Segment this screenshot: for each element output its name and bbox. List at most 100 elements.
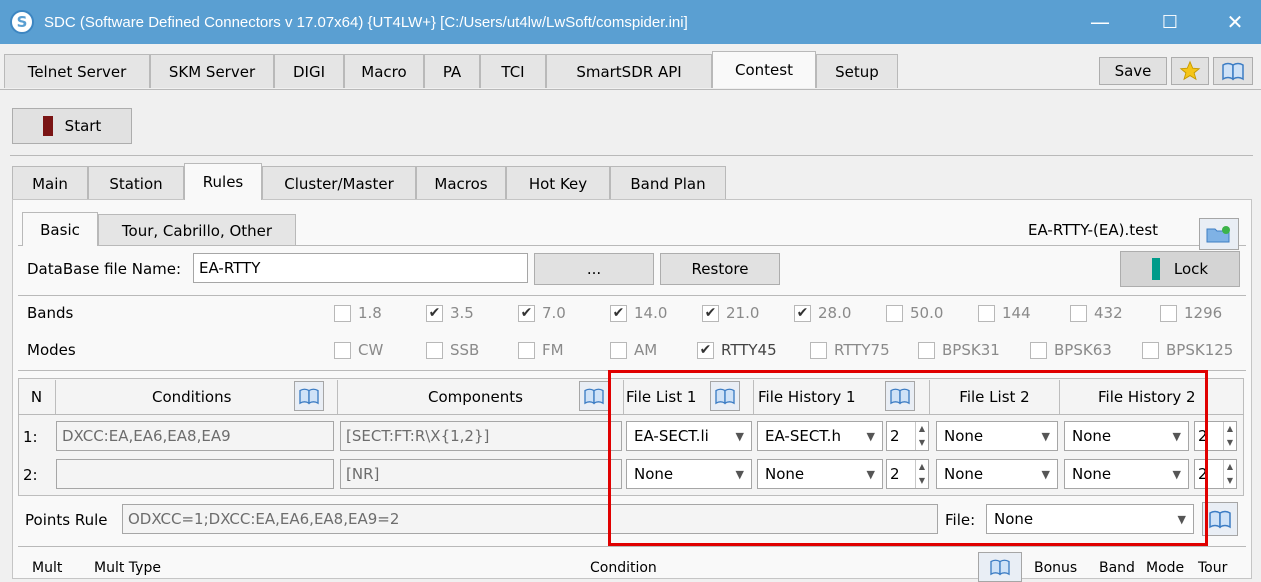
mode-checkbox[interactable]: BPSK63 — [1030, 341, 1112, 359]
check-icon: ✔ — [610, 304, 627, 322]
column-header-mult-type: Mult Type — [94, 560, 161, 576]
lock-button[interactable]: Lock — [1120, 251, 1240, 287]
contest-file-title: EA-RTTY-(EA).test — [1028, 221, 1159, 239]
bands-label: Bands — [27, 304, 74, 322]
checkbox-box — [918, 341, 935, 359]
lock-button-label: Lock — [1173, 260, 1209, 278]
mode-label: FM — [542, 341, 564, 359]
tab-tci[interactable]: TCI — [480, 54, 546, 88]
tab-macros[interactable]: Macros — [416, 166, 506, 200]
band-checkbox[interactable]: ✔ 7.0 — [518, 304, 566, 322]
mode-checkbox[interactable]: CW — [334, 341, 383, 359]
checkbox-box — [1030, 341, 1047, 359]
mode-label: RTTY75 — [834, 341, 890, 359]
tab-skm-server[interactable]: SKM Server — [150, 54, 274, 88]
tab-digi[interactable]: DIGI — [274, 54, 344, 88]
checkbox-box — [1142, 341, 1159, 359]
band-checkbox[interactable]: ✔ 14.0 — [610, 304, 667, 322]
checkbox-box — [518, 341, 535, 359]
mode-checkbox[interactable]: AM — [610, 341, 657, 359]
basic-tab-divider — [18, 245, 1246, 246]
check-icon: ✔ — [426, 304, 443, 322]
tab-main[interactable]: Main — [12, 166, 88, 200]
mode-checkbox[interactable]: FM — [518, 341, 564, 359]
tab-contest[interactable]: Contest — [712, 51, 816, 88]
tab-band-plan[interactable]: Band Plan — [610, 166, 726, 200]
band-label: 1296 — [1184, 304, 1223, 322]
database-file-name-input[interactable]: EA-RTTY — [193, 253, 528, 283]
band-checkbox[interactable]: 1.8 — [334, 304, 382, 322]
band-label: 3.5 — [450, 304, 474, 322]
band-checkbox[interactable]: ✔ 3.5 — [426, 304, 474, 322]
tab-cluster-master[interactable]: Cluster/Master — [262, 166, 416, 200]
start-button-label: Start — [64, 117, 102, 135]
mult-book-icon[interactable] — [978, 552, 1022, 582]
mode-checkbox[interactable]: ✔ RTTY45 — [697, 341, 777, 359]
highlight-box — [608, 370, 1208, 546]
row-number: 1: — [23, 428, 38, 446]
band-label: 28.0 — [818, 304, 852, 322]
tab-basic[interactable]: Basic — [22, 212, 98, 246]
band-label: 144 — [1002, 304, 1031, 322]
mode-checkbox[interactable]: BPSK125 — [1142, 341, 1233, 359]
book-icon[interactable] — [1213, 57, 1253, 85]
tab-setup[interactable]: Setup — [816, 54, 898, 88]
checkbox-box — [810, 341, 827, 359]
close-button[interactable]: ✕ — [1205, 0, 1261, 44]
checkbox-box — [886, 304, 903, 322]
modes-label: Modes — [27, 341, 76, 359]
conditions-book-icon[interactable] — [294, 381, 324, 411]
band-checkbox[interactable]: ✔ 28.0 — [794, 304, 851, 322]
band-checkbox[interactable]: 50.0 — [886, 304, 943, 322]
band-label: 7.0 — [542, 304, 566, 322]
column-header-condition: Condition — [590, 560, 657, 576]
check-icon: ✔ — [794, 304, 811, 322]
mode-checkbox[interactable]: BPSK31 — [918, 341, 1000, 359]
condition-input[interactable]: DXCC:EA,EA6,EA8,EA9 — [56, 421, 334, 451]
stepper-arrows-icon[interactable]: ▲ ▼ — [1223, 422, 1236, 450]
mode-label: BPSK63 — [1054, 341, 1112, 359]
band-checkbox[interactable]: ✔ 21.0 — [702, 304, 759, 322]
tab-pa[interactable]: PA — [424, 54, 480, 88]
column-header-mult: Mult — [32, 560, 63, 576]
mode-checkbox[interactable]: SSB — [426, 341, 479, 359]
band-checkbox[interactable]: 432 — [1070, 304, 1123, 322]
tab-station[interactable]: Station — [88, 166, 184, 200]
component-input[interactable]: [NR] — [340, 459, 622, 489]
title-bar: S SDC (Software Defined Connectors v 17.… — [0, 0, 1261, 44]
check-icon: ✔ — [697, 341, 714, 359]
main-tabs: Telnet Server SKM Server DIGI Macro PA T… — [0, 51, 1261, 90]
column-header-n: N — [18, 380, 56, 414]
minimize-button[interactable]: — — [1070, 0, 1130, 44]
maximize-button[interactable]: ☐ — [1140, 0, 1200, 44]
restore-button[interactable]: Restore — [660, 253, 780, 285]
stepper-arrows-icon[interactable]: ▲ ▼ — [1223, 460, 1236, 488]
database-divider — [18, 295, 1246, 296]
component-input[interactable]: [SECT:FT:R\X{1,2}] — [340, 421, 622, 451]
checkbox-box — [1070, 304, 1087, 322]
band-checkbox[interactable]: 1296 — [1160, 304, 1222, 322]
mode-label: BPSK31 — [942, 341, 1000, 359]
mode-label: SSB — [450, 341, 480, 359]
tab-tour-cabrillo-other[interactable]: Tour, Cabrillo, Other — [98, 214, 296, 246]
checkbox-box — [334, 341, 351, 359]
tab-hot-key[interactable]: Hot Key — [506, 166, 610, 200]
column-header-bonus: Bonus — [1034, 560, 1078, 576]
tab-rules[interactable]: Rules — [184, 163, 262, 200]
band-checkbox[interactable]: 144 — [978, 304, 1031, 322]
folder-open-icon[interactable] — [1199, 218, 1239, 250]
column-header-tour: Tour — [1198, 560, 1228, 576]
star-icon[interactable] — [1171, 57, 1209, 85]
components-book-icon[interactable] — [579, 381, 609, 411]
tab-smartsdr-api[interactable]: SmartSDR API — [546, 54, 712, 88]
checkbox-box — [334, 304, 351, 322]
tab-telnet-server[interactable]: Telnet Server — [4, 54, 150, 88]
tab-macro[interactable]: Macro — [344, 54, 424, 88]
condition-input[interactable] — [56, 459, 334, 489]
start-indicator — [42, 116, 53, 136]
app-icon: S — [10, 10, 34, 34]
save-button[interactable]: Save — [1099, 57, 1167, 85]
start-button[interactable]: Start — [12, 108, 132, 144]
browse-button[interactable]: ... — [534, 253, 654, 285]
mode-checkbox[interactable]: RTTY75 — [810, 341, 890, 359]
